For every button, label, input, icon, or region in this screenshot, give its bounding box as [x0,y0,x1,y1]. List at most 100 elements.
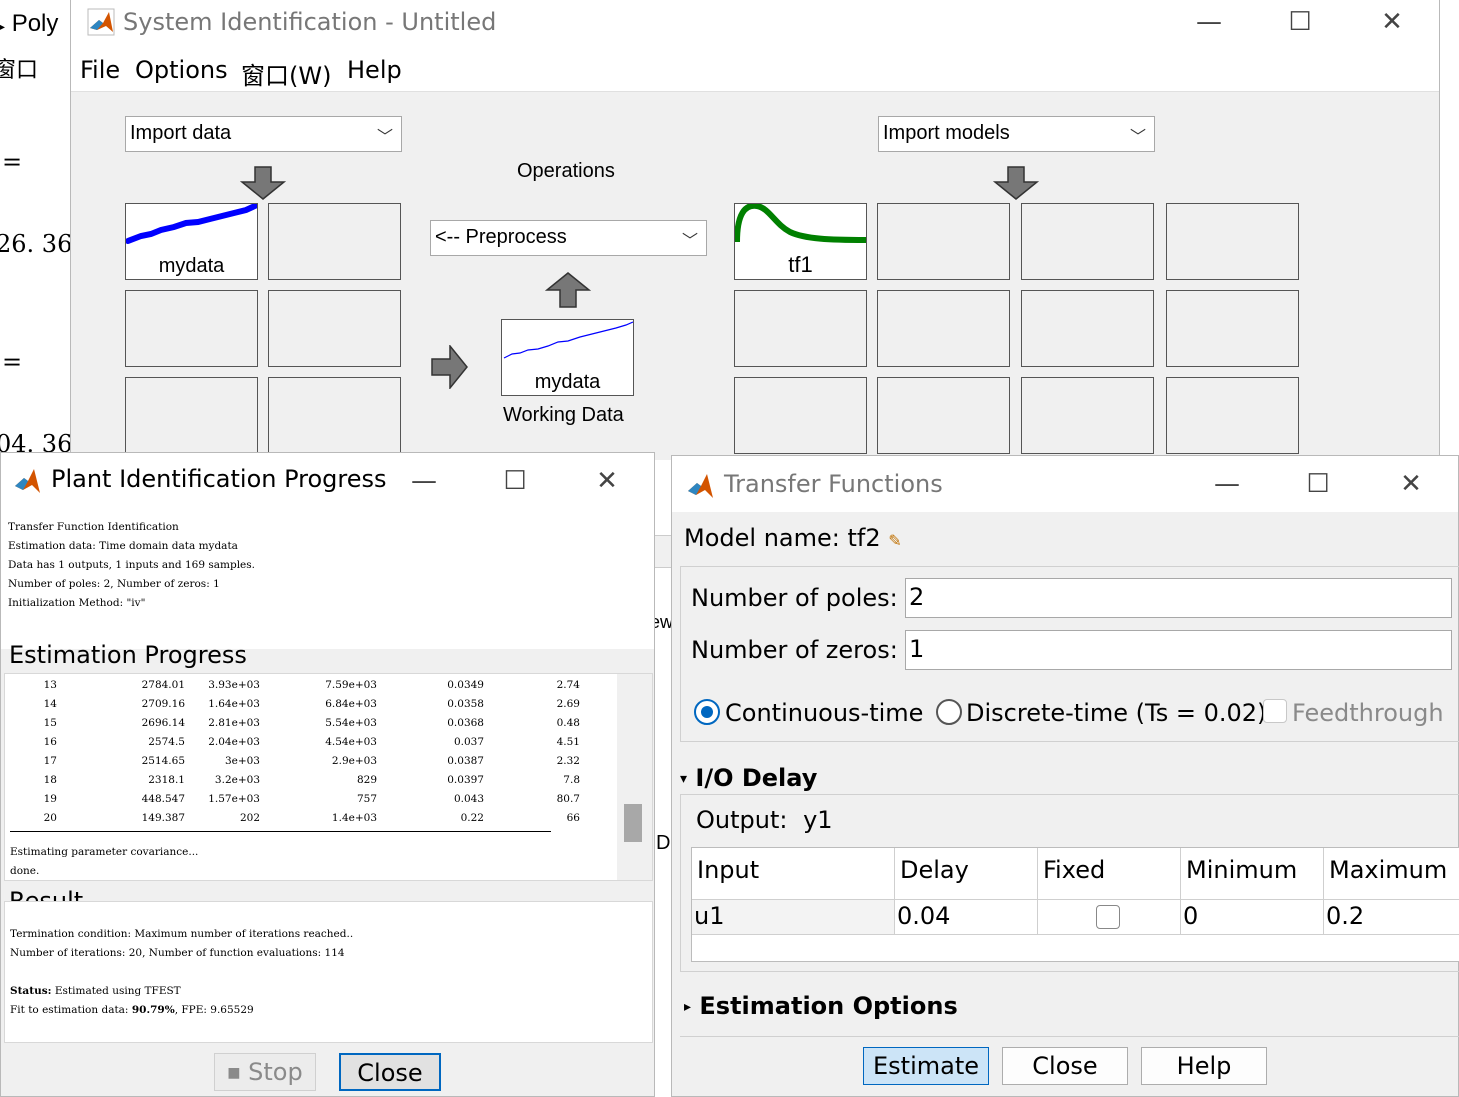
preprocess-dropdown[interactable]: <-- Preprocess ﹀ [430,220,707,256]
data-slot-empty[interactable] [268,290,401,367]
minimize-icon[interactable]: — [1204,464,1250,504]
iteration-cell: 3.2e+03 [214,774,260,786]
caret-down-icon: ▾ [680,771,688,787]
iteration-row: 19 448.547 1.57e+03 757 0.043 80.7 [5,793,615,812]
column-header-delay[interactable]: Delay [895,848,1038,900]
data-slot-empty[interactable] [268,377,401,454]
discrete-time-label[interactable]: Discrete-time (Ts = 0.02) [966,699,1266,727]
model-slot-empty[interactable] [1021,377,1154,454]
import-models-dropdown[interactable]: Import models ﹀ [878,116,1155,152]
title-bar: System Identification - Untitled — ☐ ✕ [71,0,1439,46]
result-line: Termination condition: Maximum number of… [10,928,354,940]
separator [10,831,551,832]
iteration-cell: 2.81e+03 [208,717,260,729]
menu-options[interactable]: Options [135,56,228,84]
minimize-icon[interactable]: — [1186,2,1232,42]
feedthrough-checkbox[interactable] [1263,699,1287,723]
import-data-dropdown[interactable]: Import data ﹀ [125,116,402,152]
arrow-down-icon [992,166,1040,200]
maximize-icon[interactable]: ☐ [1277,2,1323,42]
model-name-label: Model name: [684,524,840,552]
cell-minimum[interactable]: 0 [1181,900,1324,935]
result-panel: Termination condition: Maximum number of… [4,901,653,1043]
pencil-icon[interactable]: ✎ [888,531,901,550]
discrete-time-radio[interactable] [936,699,962,725]
iteration-cell: 16 [43,736,57,748]
title-bar: Plant Identification Progress — ☐ ✕ [1,453,654,509]
model-slot-tf1[interactable]: tf1 [734,203,867,280]
close-icon[interactable]: ✕ [1388,464,1434,504]
cell-maximum[interactable]: 0.2 [1324,900,1459,935]
column-header-maximum[interactable]: Maximum [1324,848,1459,900]
zeros-input[interactable]: 1 [905,630,1452,670]
model-slot-empty[interactable] [1021,203,1154,280]
arrow-right-icon [431,345,468,389]
close-icon[interactable]: ✕ [584,461,630,501]
column-header-fixed[interactable]: Fixed [1038,848,1181,900]
iteration-row: 14 2709.16 1.64e+03 6.84e+03 0.0358 2.69 [5,698,615,717]
model-slot-empty[interactable] [734,290,867,367]
column-header-minimum[interactable]: Minimum [1181,848,1324,900]
background-strip [653,535,673,568]
io-delay-toggle[interactable]: ▾ I/O Delay [680,764,817,792]
help-button[interactable]: Help [1141,1047,1267,1085]
stop-button[interactable]: ■ Stop [214,1053,316,1091]
model-slot-empty[interactable] [877,377,1010,454]
output-label: Output: [696,806,788,834]
model-slot-empty[interactable] [1166,377,1299,454]
iteration-cell: 2.32 [556,755,580,767]
model-slot-empty[interactable] [877,290,1010,367]
iteration-cell: 3.93e+03 [208,679,260,691]
working-data-slot[interactable]: mydata [501,319,634,396]
window-title: Transfer Functions [724,470,943,498]
data-slot-empty[interactable] [125,290,258,367]
model-slot-empty[interactable] [1021,290,1154,367]
maximize-icon[interactable]: ☐ [492,461,538,501]
log-line: done. [10,865,40,877]
cell-delay[interactable]: 0.04 [895,900,1038,935]
menu-file[interactable]: File [80,56,120,84]
poles-input[interactable]: 2 [905,578,1452,618]
data-slot-mydata[interactable]: mydata [125,203,258,280]
output-row: Output: y1 [696,806,833,834]
iteration-cell: 0.037 [453,736,484,748]
data-slot-empty[interactable] [125,377,258,454]
info-line: Transfer Function Identification [8,521,179,533]
scrollbar-thumb[interactable] [624,804,642,842]
fpe-label: , FPE: [174,1004,207,1016]
iteration-cell: 19 [43,793,57,805]
estimation-options-toggle[interactable]: ▸ Estimation Options [684,992,958,1020]
close-button[interactable]: Close [1002,1047,1128,1085]
cell-fixed[interactable] [1038,900,1181,935]
minimize-icon[interactable]: — [401,461,447,501]
editor-tab[interactable]: ▸ Poly [0,10,58,38]
model-slot-empty[interactable] [877,203,1010,280]
cell-input[interactable]: u1 [692,900,895,935]
status-line: Status: Estimated using TFEST [10,985,181,997]
iteration-cell: 0.0368 [447,717,484,729]
estimation-progress-log: 13 2784.01 3.93e+03 7.59e+03 0.0349 2.74 14 270… [4,673,653,881]
log-scrollbar[interactable] [617,674,652,880]
transfer-functions-window: Transfer Functions — ☐ ✕ Model name: tf2… [671,455,1459,1097]
editor-menu-window[interactable]: 窗口 [0,52,38,84]
fit-label: Fit to estimation data: [10,1004,129,1016]
iteration-row: 20 149.387 202 1.4e+03 0.22 66 [5,812,615,831]
iteration-cell: 2.9e+03 [331,755,377,767]
menu-window[interactable]: 窗口(W) [241,56,331,91]
menu-help[interactable]: Help [347,56,402,84]
iteration-cell: 829 [356,774,377,786]
fixed-checkbox[interactable] [1096,905,1120,929]
estimate-button[interactable]: Estimate [863,1047,989,1085]
maximize-icon[interactable]: ☐ [1295,464,1341,504]
data-slot-empty[interactable] [268,203,401,280]
continuous-time-label[interactable]: Continuous-time [725,699,923,727]
model-slot-empty[interactable] [1166,290,1299,367]
close-icon[interactable]: ✕ [1369,2,1415,42]
close-button[interactable]: Close [339,1053,441,1091]
model-slot-empty[interactable] [1166,203,1299,280]
model-slot-empty[interactable] [734,377,867,454]
feedthrough-label[interactable]: Feedthrough [1292,699,1444,727]
working-data-name: mydata [534,371,601,393]
column-header-input[interactable]: Input [692,848,895,900]
continuous-time-radio[interactable] [694,699,720,725]
